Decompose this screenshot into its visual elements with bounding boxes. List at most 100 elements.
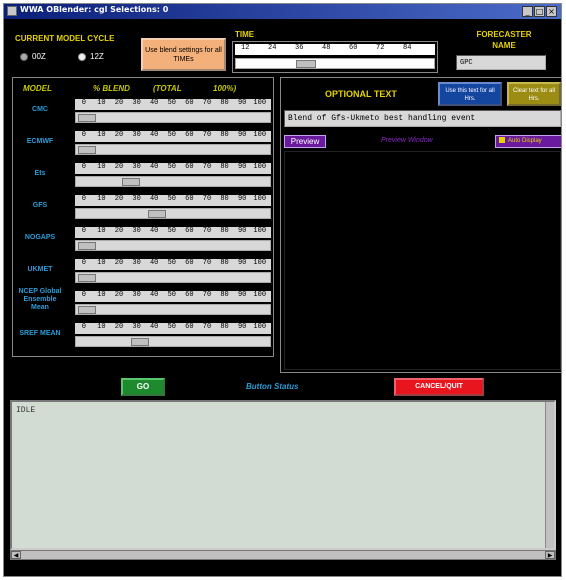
slider-tick: 90 [237,163,247,171]
slider-tick: 90 [237,323,247,331]
radio-00z-label: 00Z [32,52,46,61]
optional-text-panel: OPTIONAL TEXT Use this text for all Hrs.… [280,77,561,373]
maximize-button[interactable]: □ [534,6,545,17]
slider-thumb[interactable] [78,242,96,250]
clear-text-all-button[interactable]: Clear text for all Hrs. [507,82,561,106]
slider-tick: 50 [167,227,176,235]
slider-tick: 90 [237,259,247,267]
optional-text-input[interactable]: Blend of Gfs-Ukmeto best handling event [284,110,561,127]
slider-tick: 60 [185,131,194,139]
model-blend-slider[interactable] [75,240,271,251]
model-blend-slider[interactable] [75,272,271,283]
auto-display-toggle[interactable]: Auto Display [495,135,561,148]
slider-tick: 70 [202,99,212,107]
total-header: (TOTAL [153,84,182,93]
slider-tick: 70 [202,195,212,203]
slider-thumb[interactable] [130,338,149,346]
forecaster-value: GPC [460,59,473,67]
slider-tick: 10 [97,99,106,107]
scroll-left-icon[interactable]: ◀ [11,551,21,559]
radio-00z[interactable] [20,53,28,61]
time-tick: 60 [349,44,358,52]
time-label: TIME [235,30,255,39]
slider-tick: 40 [149,195,159,203]
slider-tick: 40 [149,291,159,299]
use-blend-all-button[interactable]: Use blend settings for all TIMEs [141,38,226,71]
slider-tick: 40 [149,163,159,171]
model-blend-slider[interactable] [75,304,271,315]
slider-tick: 30 [132,99,141,107]
slider-tick: 20 [114,323,124,331]
forecaster-field[interactable]: GPC [456,55,546,70]
slider-tick: 0 [81,195,86,203]
slider-tick: 80 [220,259,229,267]
time-slider-thumb[interactable] [296,60,316,68]
model-blend-slider[interactable] [75,112,271,123]
slider-ticks: 0 10 20 30 40 50 60 70 80 90 100 [75,195,271,206]
slider-thumb[interactable] [78,146,96,154]
slider-thumb[interactable] [78,274,96,282]
slider-tick: 60 [185,259,194,267]
model-label: GFS [32,202,48,209]
slider-tick: 40 [149,131,159,139]
window-title: WWA OBlender: cgl Selections: 0 [20,5,169,14]
slider-tick: 0 [81,99,86,107]
log-vscroll[interactable] [545,402,554,548]
slider-ticks: 0 10 20 30 40 50 60 70 80 90 100 [75,227,271,238]
close-button[interactable]: × [546,6,557,17]
time-tick: 72 [376,44,385,52]
slider-tick: 60 [185,99,194,107]
radio-12z[interactable] [78,53,86,61]
time-tick: 48 [322,44,331,52]
slider-tick: 90 [237,195,247,203]
use-text-all-button[interactable]: Use this text for all Hrs. [438,82,502,106]
log-hscroll[interactable]: ◀ ▶ [10,550,556,560]
slider-tick: 10 [97,259,106,267]
slider-tick: 10 [97,323,106,331]
time-slider[interactable] [235,58,435,69]
slider-tick: 90 [237,131,247,139]
minimize-button[interactable]: _ [522,6,533,17]
slider-tick: 50 [167,195,176,203]
slider-thumb[interactable] [78,306,96,314]
slider-tick: 30 [132,227,141,235]
preview-window-label: Preview Window [381,137,433,144]
time-tick: 36 [295,44,304,52]
slider-tick: 90 [237,99,247,107]
slider-tick: 10 [97,291,106,299]
slider-tick: 50 [167,131,176,139]
go-button[interactable]: GO [121,378,165,396]
slider-ticks: 0 10 20 30 40 50 60 70 80 90 100 [75,323,271,334]
preview-button[interactable]: Preview [284,135,326,148]
model-label: CMC [32,106,48,113]
model-blend-slider[interactable] [75,176,271,187]
slider-thumb[interactable] [148,210,167,218]
model-blend-slider[interactable] [75,336,271,347]
slider-ticks: 0 10 20 30 40 50 60 70 80 90 100 [75,131,271,142]
model-blend-panel: MODEL % BLEND (TOTAL 100%) CMC 0 10 20 30 40 5… [12,77,274,357]
slider-tick: 20 [114,99,124,107]
model-blend-slider[interactable] [75,208,271,219]
slider-tick: 0 [81,259,86,267]
use-blend-all-label: Use blend settings for all TIMEs [145,47,222,63]
model-label: SREF MEAN [19,330,61,337]
cancel-quit-button[interactable]: CANCEL/QUIT [394,378,484,396]
slider-tick: 90 [237,227,247,235]
slider-thumb[interactable] [78,114,96,122]
slider-tick: 50 [167,323,176,331]
slider-tick: 10 [97,227,106,235]
slider-tick: 70 [202,163,212,171]
slider-tick: 30 [132,259,141,267]
cancel-quit-label: CANCEL/QUIT [415,383,463,390]
slider-tick: 30 [132,291,141,299]
log-text-area[interactable]: IDLE [10,400,556,550]
pct-header: 100%) [213,84,237,93]
slider-tick: 100 [253,195,267,203]
slider-tick: 60 [185,195,194,203]
slider-thumb[interactable] [122,178,140,186]
auto-display-checkbox[interactable] [499,137,505,144]
scroll-right-icon[interactable]: ▶ [545,551,555,559]
time-tick: 84 [403,44,412,52]
model-blend-slider[interactable] [75,144,271,155]
slider-tick: 100 [253,131,267,139]
